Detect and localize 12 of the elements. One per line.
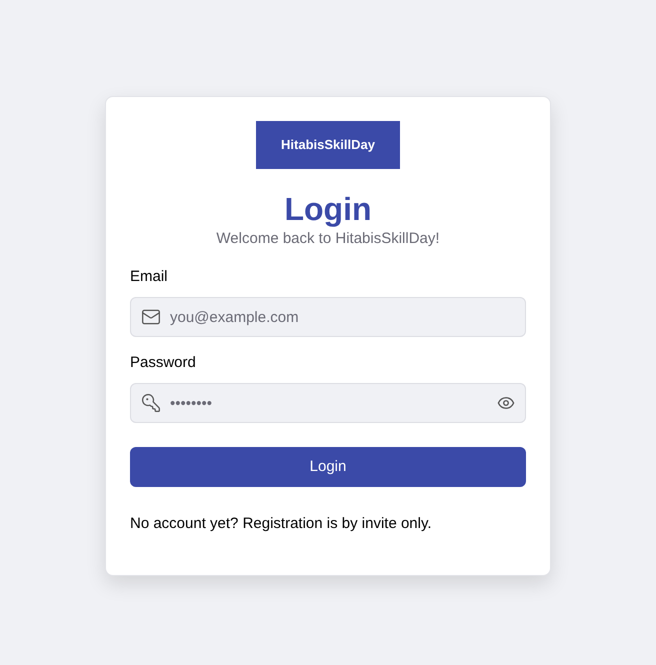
subtitle: Welcome back to HitabisSkillDay!: [215, 229, 441, 249]
email-field[interactable]: you@example.com: [130, 297, 526, 337]
show-password-icon[interactable]: [497, 394, 515, 412]
invite-note: No account yet? Registration is by invite only.: [130, 514, 433, 534]
key-icon: [141, 393, 161, 413]
logo: HitabisSkillDay: [256, 121, 400, 169]
password-field[interactable]: ••••••••: [130, 383, 526, 423]
mail-icon: [141, 307, 161, 327]
page-title: Login: [283, 190, 373, 229]
login-button[interactable]: Login: [130, 447, 526, 487]
field-label: Password: [130, 353, 196, 373]
field-label: Email: [130, 267, 168, 287]
